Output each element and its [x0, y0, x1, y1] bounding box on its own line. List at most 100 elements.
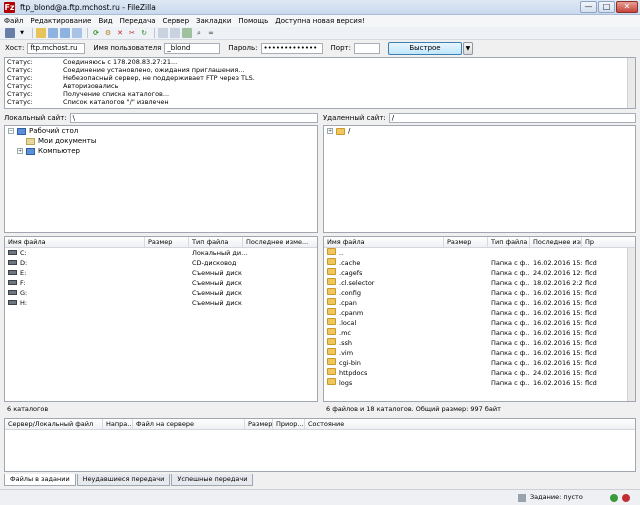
- menu-server[interactable]: Сервер: [163, 17, 190, 25]
- menu-transfer[interactable]: Передача: [120, 17, 156, 25]
- col-remote-file[interactable]: Файл на сервере: [133, 419, 245, 429]
- col-size[interactable]: Размер: [444, 237, 488, 247]
- col-type[interactable]: Тип файла: [189, 237, 243, 247]
- remote-list-scrollbar[interactable]: [627, 248, 635, 401]
- table-row[interactable]: .cacheПапка с ф...16.02.2016 15:1...flcd: [324, 258, 635, 268]
- col-filename[interactable]: Имя файла: [5, 237, 145, 247]
- table-row[interactable]: .cpanПапка с ф...16.02.2016 15:1...flcd: [324, 298, 635, 308]
- col-filename[interactable]: Имя файла: [324, 237, 444, 247]
- table-row[interactable]: .cpanmПапка с ф...16.02.2016 15:1...flcd: [324, 308, 635, 318]
- tree-item-computer[interactable]: + Компьютер: [5, 146, 317, 156]
- remote-file-list[interactable]: Имя файла Размер Тип файла Последнее изм…: [323, 236, 636, 402]
- local-directory-tree[interactable]: − Рабочий стол Мои документы + Компьютер: [4, 125, 318, 233]
- table-row[interactable]: .cagefsПапка с ф...24.02.2016 12:1...flc…: [324, 268, 635, 278]
- tab-failed-transfers[interactable]: Неудавшиеся передачи: [76, 474, 171, 486]
- transfer-queue[interactable]: Сервер/Локальный файл Напра... Файл на с…: [4, 418, 636, 472]
- remote-path-input[interactable]: /: [388, 113, 636, 123]
- toggle-remote-tree-icon[interactable]: [60, 28, 70, 38]
- expand-icon[interactable]: +: [17, 148, 23, 154]
- tree-item-root[interactable]: + /: [324, 126, 635, 136]
- sync-browsing-icon[interactable]: [182, 28, 192, 38]
- table-row[interactable]: D: CD-дисковод: [5, 258, 317, 268]
- table-row[interactable]: F: Съемный диск: [5, 278, 317, 288]
- col-status[interactable]: Состояние: [305, 419, 385, 429]
- menu-file[interactable]: Файл: [4, 17, 23, 25]
- disconnect-icon[interactable]: ✂: [127, 28, 137, 38]
- table-row[interactable]: .sshПапка с ф...16.02.2016 15:1...flcd: [324, 338, 635, 348]
- menu-bar: Файл Редактирование Вид Передача Сервер …: [0, 15, 640, 27]
- directory-listing-filter-icon[interactable]: [158, 28, 168, 38]
- search-icon[interactable]: ⌕: [194, 28, 204, 38]
- minimize-button[interactable]: —: [580, 1, 597, 13]
- remote-site-bar: Удаленный сайт: /: [323, 112, 636, 124]
- col-type[interactable]: Тип файла: [488, 237, 530, 247]
- port-label: Порт:: [330, 44, 351, 52]
- table-row[interactable]: .localПапка с ф...16.02.2016 15:1...flcd: [324, 318, 635, 328]
- process-queue-icon[interactable]: ⚙: [103, 28, 113, 38]
- message-log[interactable]: Статус: Соединяюсь с 178.208.83.27:21... …: [4, 57, 636, 109]
- expand-icon[interactable]: +: [327, 128, 333, 134]
- menu-new-version[interactable]: Доступна новая версия!: [275, 17, 365, 25]
- menu-help[interactable]: Помощь: [238, 17, 268, 25]
- remote-directory-tree[interactable]: + /: [323, 125, 636, 233]
- table-row[interactable]: httpdocsПапка с ф...24.02.2016 15:1...fl…: [324, 368, 635, 378]
- table-row[interactable]: .configПапка с ф...16.02.2016 15:1...flc…: [324, 288, 635, 298]
- host-input[interactable]: ftp.mchost.ru: [27, 42, 86, 54]
- tab-queued-files[interactable]: Файлы в задании: [4, 474, 76, 486]
- binoculars-icon[interactable]: ∞: [206, 28, 216, 38]
- password-input[interactable]: •••••••••••••: [260, 42, 323, 54]
- toggle-log-icon[interactable]: [36, 28, 46, 38]
- folder-icon: [327, 358, 336, 365]
- menu-bookmarks[interactable]: Закладки: [196, 17, 231, 25]
- toggle-local-tree-icon[interactable]: [48, 28, 58, 38]
- table-row[interactable]: G: Съемный диск: [5, 288, 317, 298]
- local-site-label: Локальный сайт:: [4, 114, 67, 122]
- quickconnect-button[interactable]: Быстрое соединение: [387, 41, 462, 63]
- col-size[interactable]: Размер: [245, 419, 273, 429]
- quickconnect-dropdown-button[interactable]: ▼: [462, 41, 473, 55]
- folder-icon: [327, 258, 336, 265]
- log-scrollbar[interactable]: [627, 58, 635, 108]
- site-manager-icon[interactable]: [5, 28, 15, 38]
- table-row[interactable]: .mcПапка с ф...16.02.2016 15:1...flcd: [324, 328, 635, 338]
- table-row[interactable]: C: Локальный ди...: [5, 248, 317, 258]
- col-modified[interactable]: Последнее изме...: [530, 237, 582, 247]
- col-priority[interactable]: Приор...: [273, 419, 305, 429]
- username-input[interactable]: _blond: [164, 42, 221, 54]
- title-bar[interactable]: Fz ftp_blond@a.ftp.mchost.ru - FileZilla…: [0, 0, 640, 15]
- table-row[interactable]: .cl.selectorПапка с ф...18.02.2016 2:25.…: [324, 278, 635, 288]
- removable-drive-icon: [8, 290, 17, 295]
- port-input[interactable]: [353, 42, 380, 54]
- toggle-queue-icon[interactable]: [72, 28, 82, 38]
- download-indicator-icon: [622, 494, 630, 502]
- menu-edit[interactable]: Редактирование: [30, 17, 91, 25]
- col-size[interactable]: Размер: [145, 237, 189, 247]
- close-button[interactable]: ✕: [616, 1, 638, 13]
- local-path-input[interactable]: \: [69, 113, 318, 123]
- reconnect-icon[interactable]: ↻: [139, 28, 149, 38]
- dropdown-arrow-icon[interactable]: ▼: [17, 28, 27, 38]
- menu-view[interactable]: Вид: [98, 17, 112, 25]
- maximize-button[interactable]: □: [598, 1, 615, 13]
- col-direction[interactable]: Напра...: [103, 419, 133, 429]
- local-file-list[interactable]: Имя файла Размер Тип файла Последнее изм…: [4, 236, 318, 402]
- tree-item-desktop[interactable]: − Рабочий стол: [5, 126, 317, 136]
- refresh-icon[interactable]: ⟳: [91, 28, 101, 38]
- remote-site-label: Удаленный сайт:: [323, 114, 386, 122]
- table-row[interactable]: .vimПапка с ф...16.02.2016 15:1...flcd: [324, 348, 635, 358]
- table-row[interactable]: ..: [324, 248, 635, 258]
- folder-icon: [327, 288, 336, 295]
- toolbar-divider: [87, 28, 88, 38]
- table-row[interactable]: logsПапка с ф...16.02.2016 15:1...flcd: [324, 378, 635, 388]
- tab-successful-transfers[interactable]: Успешные передачи: [171, 474, 254, 486]
- table-row[interactable]: cgi-binПапка с ф...16.02.2016 15:1...flc…: [324, 358, 635, 368]
- table-row[interactable]: H: Съемный диск: [5, 298, 317, 308]
- col-modified[interactable]: Последнее изме...: [243, 237, 317, 247]
- col-permissions[interactable]: Пр: [582, 237, 629, 247]
- col-local-file[interactable]: Сервер/Локальный файл: [5, 419, 103, 429]
- tree-item-my-documents[interactable]: Мои документы: [5, 136, 317, 146]
- table-row[interactable]: E: Съемный диск: [5, 268, 317, 278]
- cancel-operation-icon[interactable]: ✕: [115, 28, 125, 38]
- collapse-icon[interactable]: −: [8, 128, 14, 134]
- compare-directories-icon[interactable]: [170, 28, 180, 38]
